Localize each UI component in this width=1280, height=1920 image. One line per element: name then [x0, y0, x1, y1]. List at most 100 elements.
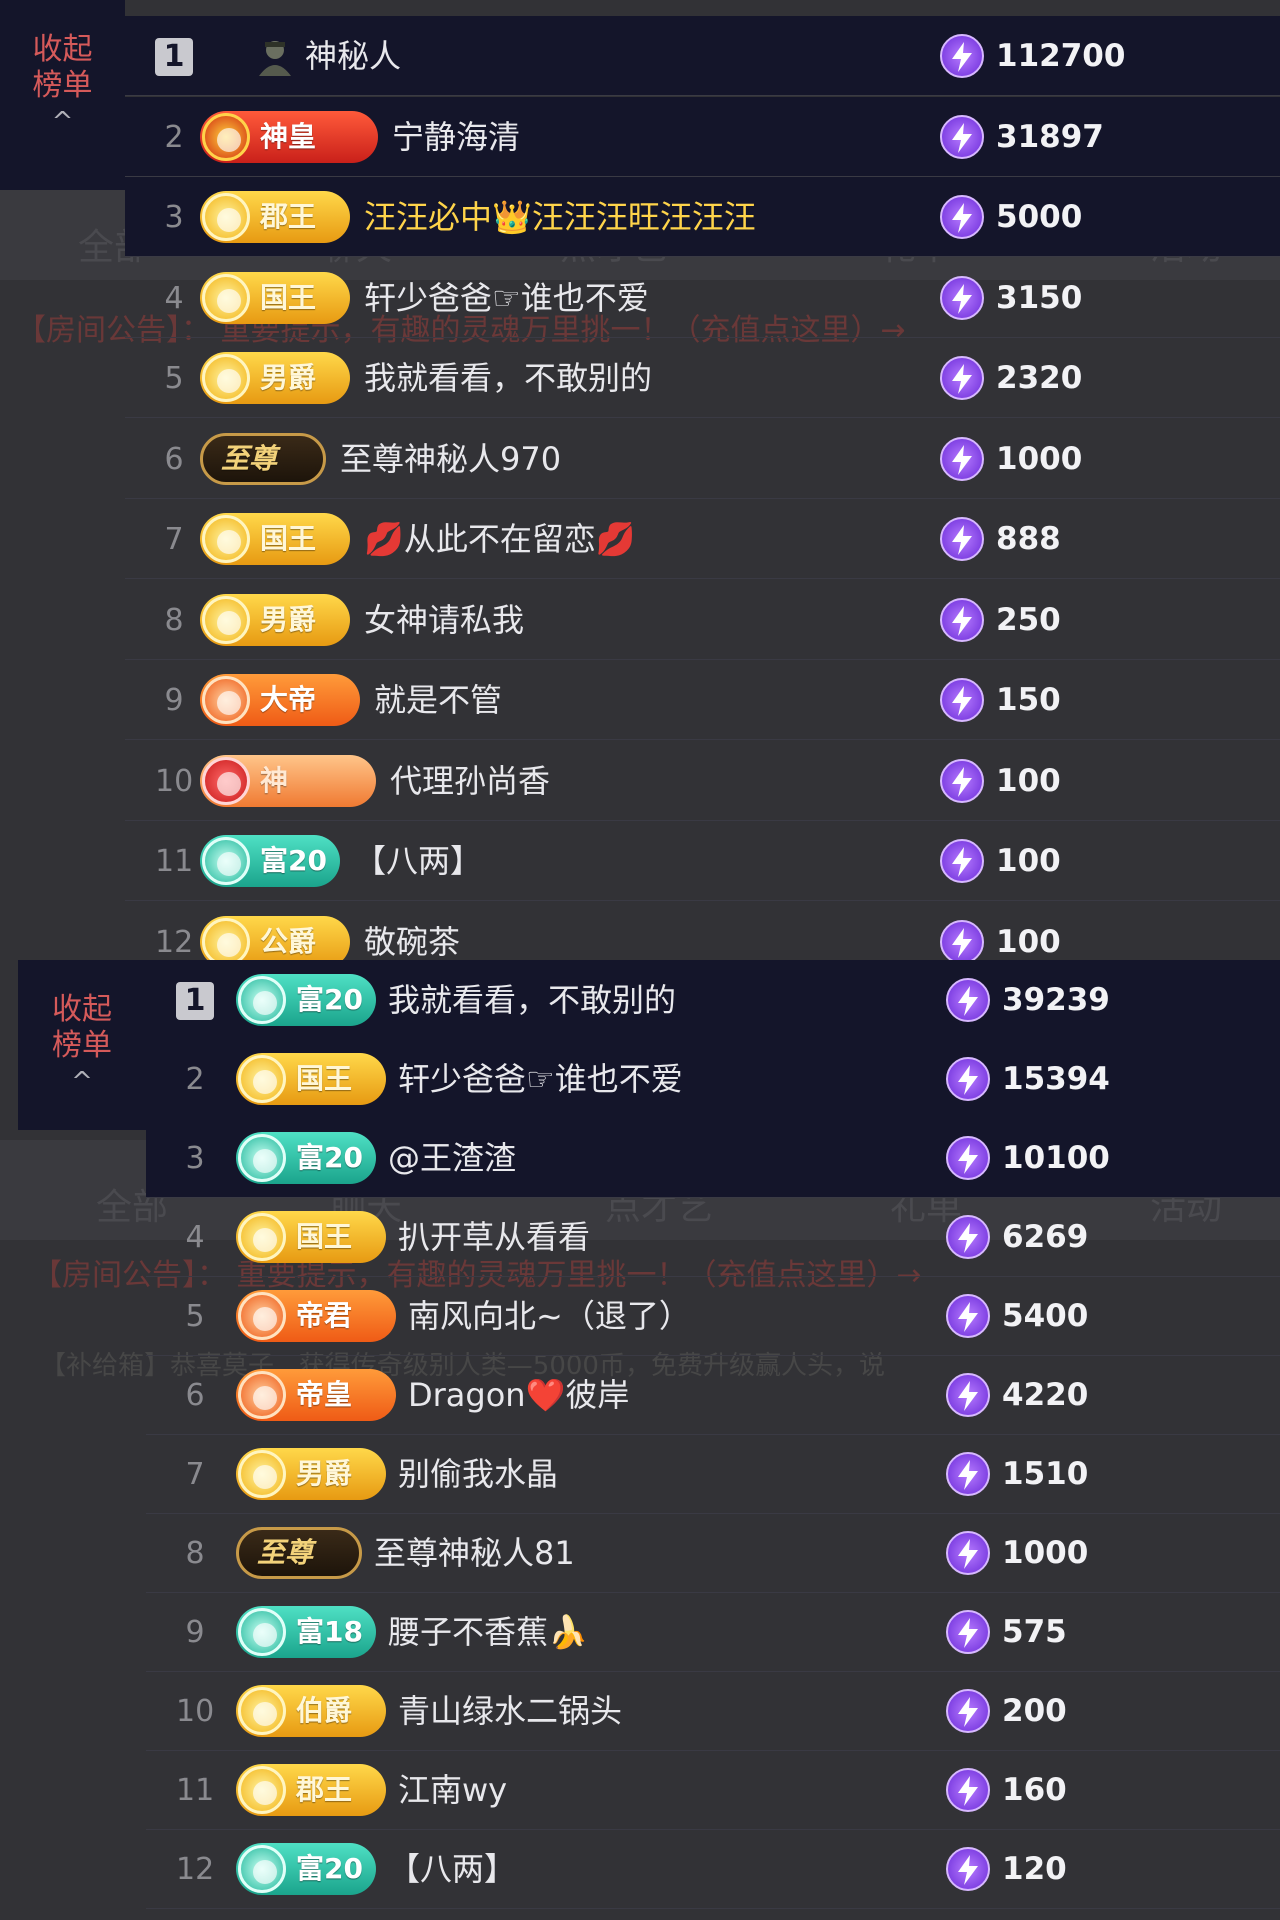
leaderboard-row[interactable]: 4 国王 轩少爸爸☞谁也不爱 3150	[125, 258, 1280, 338]
rank-number: 2	[185, 1062, 205, 1097]
user-name[interactable]: 腰子不香蕉🍌	[388, 1610, 588, 1654]
score-value: 4220	[946, 1371, 1088, 1419]
leaderboard-row[interactable]: 6 帝皇 Dragon❤️彼岸 4220	[146, 1355, 1280, 1435]
level-badge: 国王	[200, 513, 350, 565]
leaderboard-row[interactable]: 6 至尊 至尊神秘人970 1000	[125, 419, 1280, 499]
rank-number: 6	[185, 1378, 205, 1413]
rank-number: 1	[176, 982, 214, 1020]
leaderboard-row[interactable]: 9 富18 腰子不香蕉🍌 575	[146, 1592, 1280, 1672]
user-name[interactable]: 💋从此不在留恋💋	[364, 517, 636, 561]
level-badge: 郡王	[200, 191, 350, 243]
badge-label: 公爵	[260, 924, 317, 958]
leaderboard-row[interactable]: 3 富20 @王渣渣 10100	[146, 1118, 1280, 1198]
user-name[interactable]: 至尊神秘人81	[374, 1531, 575, 1575]
leaderboard-row[interactable]: 5 男爵 我就看看，不敢别的 2320	[125, 338, 1280, 418]
collapse-leaderboard-button[interactable]: 收起 榜单 ^	[0, 0, 125, 190]
level-badge: 至尊	[200, 432, 326, 485]
leaderboard-row[interactable]: 2 神皇 宁静海清 31897	[125, 96, 1280, 177]
lightning-coin-icon	[946, 1294, 990, 1338]
leaderboard-row[interactable]: 9 大帝 就是不管 150	[125, 660, 1280, 740]
score-value: 100	[940, 918, 1061, 960]
level-badge: 男爵	[236, 1448, 386, 1500]
score-number: 10100	[1002, 1140, 1110, 1176]
rank-number: 9	[185, 1615, 205, 1650]
medal-icon	[238, 1766, 286, 1814]
user-name[interactable]: 江南wy	[398, 1768, 507, 1812]
user-name[interactable]: 【八两】	[354, 839, 482, 883]
level-badge: 富20	[236, 1843, 376, 1895]
user-name[interactable]: 【八两】	[388, 1847, 516, 1891]
user-name[interactable]: 女神请私我	[364, 598, 524, 642]
score-number: 100	[996, 923, 1061, 960]
level-badge: 富20	[200, 835, 340, 887]
user-name[interactable]: 南风向北~（退了）	[408, 1294, 691, 1338]
lightning-coin-icon	[940, 114, 984, 159]
user-name[interactable]: 代理孙尚香	[390, 759, 550, 803]
leaderboard-row[interactable]: 7 国王 💋从此不在留恋💋 888	[125, 499, 1280, 579]
medal-icon	[202, 837, 250, 885]
medal-icon	[238, 1055, 286, 1103]
lightning-coin-icon	[940, 356, 984, 400]
score-number: 5400	[1002, 1298, 1089, 1334]
leaderboard-row[interactable]: 4 国王 扒开草从看看 6269	[146, 1197, 1280, 1277]
user-name[interactable]: 我就看看，不敢别的	[388, 978, 676, 1022]
score-number: 112700	[996, 38, 1126, 74]
rank-number: 10	[176, 1694, 215, 1729]
badge-label: 郡王	[296, 1773, 353, 1806]
user-name[interactable]: 就是不管	[374, 678, 502, 722]
badge-label: 男爵	[260, 602, 317, 636]
leaderboard-row[interactable]: 1 神秘人 112700	[125, 16, 1280, 96]
user-name[interactable]: 别偷我水晶	[398, 1452, 558, 1496]
leaderboard-row[interactable]: 11 富20 【八两】 100	[125, 821, 1280, 901]
lightning-coin-icon	[946, 1136, 990, 1180]
medal-icon	[202, 354, 250, 402]
user-name[interactable]: 敬碗茶	[364, 920, 460, 961]
collapse-label: 收起	[32, 32, 93, 67]
level-badge: 神	[200, 754, 376, 807]
leaderboard-row[interactable]: 10 神 代理孙尚香 100	[125, 741, 1280, 821]
user-name[interactable]: 轩少爸爸☞谁也不爱	[364, 276, 649, 320]
leaderboard-row[interactable]: 5 帝君 南风向北~（退了） 5400	[146, 1276, 1280, 1356]
score-value: 120	[946, 1845, 1067, 1893]
leaderboard-row[interactable]: 8 男爵 女神请私我 250	[125, 580, 1280, 660]
leaderboard-row[interactable]: 2 国王 轩少爸爸☞谁也不爱 15394	[146, 1039, 1280, 1119]
rank-number: 10	[155, 763, 194, 799]
leaderboard-row[interactable]: 3 郡王 汪汪必中👑汪汪汪旺汪汪汪 5000	[125, 177, 1280, 257]
leaderboard-row[interactable]: 11 郡王 江南wy 160	[146, 1750, 1280, 1830]
lightning-coin-icon	[940, 678, 984, 722]
lightning-coin-icon	[940, 919, 984, 960]
user-name[interactable]: 至尊神秘人970	[340, 437, 561, 481]
score-value: 6269	[946, 1213, 1088, 1261]
level-badge: 富20	[236, 974, 376, 1026]
medal-icon	[202, 595, 250, 644]
leaderboard-row[interactable]: 12 公爵 敬碗茶 100	[125, 902, 1280, 961]
user-name[interactable]: 汪汪必中👑汪汪汪旺汪汪汪	[364, 195, 756, 239]
user-name[interactable]: 扒开草从看看	[398, 1215, 590, 1259]
leaderboard-row[interactable]: 1 富20 我就看看，不敢别的 39239	[146, 960, 1280, 1040]
user-name[interactable]: Dragon❤️彼岸	[408, 1373, 629, 1417]
rank-number: 8	[164, 602, 184, 638]
user-name[interactable]: 轩少爸爸☞谁也不爱	[398, 1057, 683, 1101]
score-number: 100	[996, 762, 1061, 799]
medal-icon	[202, 193, 250, 241]
leaderboard-row[interactable]: 7 男爵 别偷我水晶 1510	[146, 1434, 1280, 1514]
rank-number: 6	[164, 441, 184, 477]
medal-icon	[238, 1213, 286, 1261]
medal-icon	[202, 112, 250, 161]
lightning-coin-icon	[946, 1373, 990, 1417]
user-name[interactable]: 宁静海清	[392, 115, 520, 159]
leaderboard-row[interactable]: 12 富20 【八两】 120	[146, 1829, 1280, 1909]
level-badge: 男爵	[200, 593, 350, 646]
score-number: 160	[1002, 1772, 1067, 1808]
lightning-coin-icon	[946, 1531, 990, 1575]
collapse-leaderboard-button[interactable]: 收起 榜单 ^	[18, 960, 146, 1130]
leaderboard-row[interactable]: 8 至尊 至尊神秘人81 1000	[146, 1513, 1280, 1593]
badge-label: 富20	[296, 1141, 363, 1174]
leaderboard-row[interactable]: 10 伯爵 青山绿水二锅头 200	[146, 1671, 1280, 1751]
user-name[interactable]: 神秘人	[305, 34, 401, 78]
medal-icon	[238, 1371, 286, 1419]
medal-icon	[238, 976, 286, 1024]
user-name[interactable]: 青山绿水二锅头	[398, 1689, 622, 1733]
user-name[interactable]: 我就看看，不敢别的	[364, 356, 652, 400]
user-name[interactable]: @王渣渣	[388, 1136, 516, 1180]
